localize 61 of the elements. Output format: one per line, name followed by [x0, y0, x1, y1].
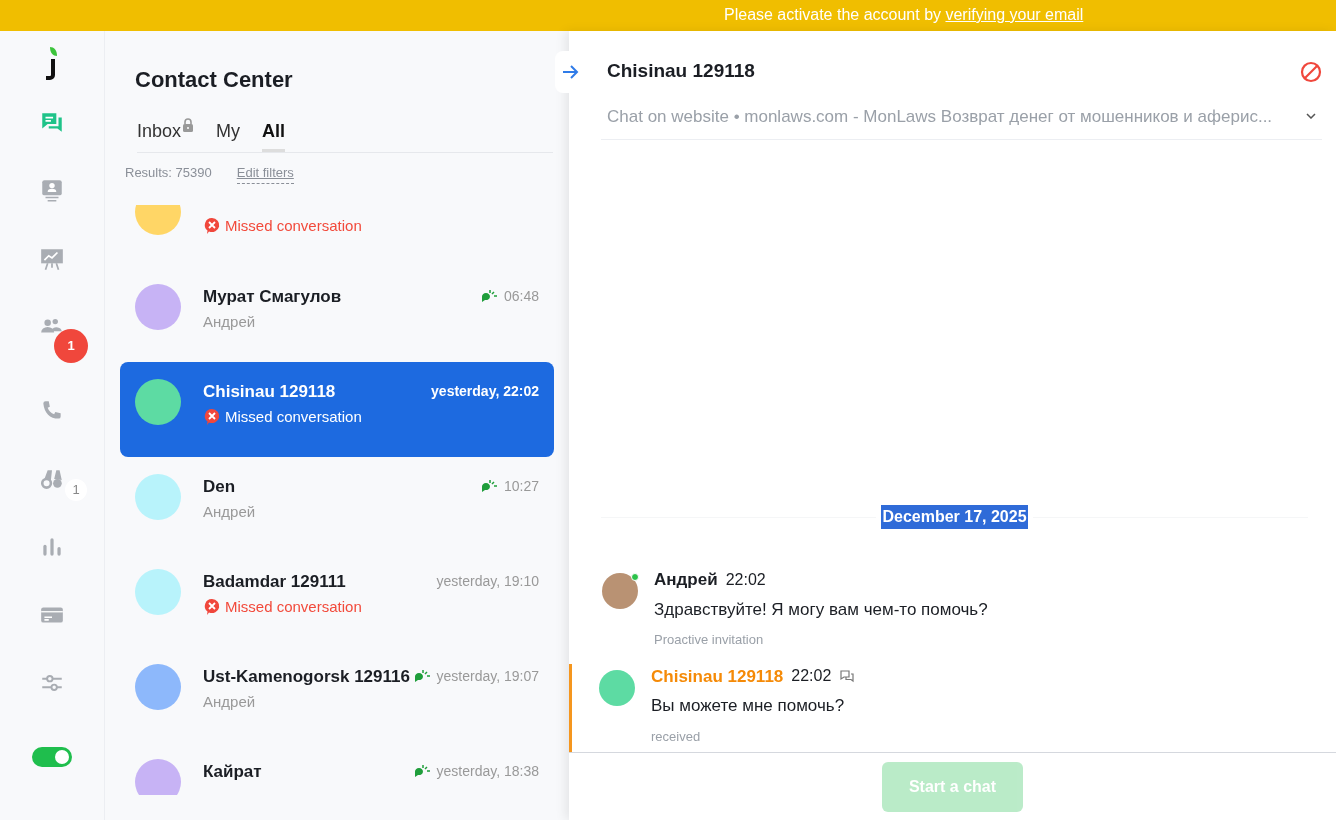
message-time: yesterday, 18:38	[436, 761, 539, 781]
chat-activity-icon	[413, 764, 431, 779]
missed-call-icon	[203, 408, 221, 427]
chat-source: Chat on website • monlaws.com - MonLaws Возврат денег от мошенников и аферис...	[607, 105, 1273, 128]
filter-tab[interactable]: Inbox	[137, 118, 195, 152]
message-note: received	[651, 727, 702, 746]
count-badge: 1	[65, 479, 87, 501]
message-time: yesterday, 22:02	[431, 381, 539, 401]
message-time: 22:02	[725, 569, 766, 590]
contact-name: Badamdar 129111	[203, 570, 346, 593]
conversation-item[interactable]: Chisinau 129118 yesterday, 22:02 Missed conversation	[120, 361, 554, 457]
conversation-item[interactable]: Den 10:27 Андрей	[120, 456, 554, 552]
agent-name: Андрей	[203, 502, 256, 522]
conversation-item[interactable]: Кайрат yesterday, 18:38	[120, 741, 554, 795]
nav-contact-card-button[interactable]	[39, 178, 65, 204]
message-author: Chisinau 129118	[651, 665, 784, 688]
block-icon	[1300, 61, 1322, 83]
chat-activity-icon	[413, 669, 431, 684]
chat-activity-icon	[480, 289, 498, 304]
conversation-item[interactable]: Мурат Смагулов 06:48 Андрей	[120, 266, 554, 362]
message-text: Вы можете мне помочь?	[651, 695, 846, 717]
contact-name: Мурат Смагулов	[203, 285, 342, 308]
chevron-down-icon	[1306, 113, 1316, 120]
message-author: Андрей	[654, 569, 718, 591]
status-toggle[interactable]	[32, 747, 72, 767]
filter-tab[interactable]: All	[262, 118, 286, 152]
banner-text: Please activate the account by	[724, 6, 943, 23]
missed-status: Missed conversation	[225, 597, 362, 617]
agent-name: Андрей	[203, 312, 256, 332]
contact-name: Кайрат	[203, 760, 262, 783]
contact-name: Den	[203, 475, 236, 498]
arrow-right-icon	[562, 65, 580, 79]
contact-name: Ust-Kamenogorsk 129116	[203, 665, 410, 688]
results-count: Results: 75390	[125, 164, 212, 182]
agent-name: Андрей	[203, 692, 256, 712]
message-time: 06:48	[503, 286, 539, 306]
conversation-item[interactable]: Missed conversation	[120, 204, 554, 267]
missed-call-icon	[203, 598, 221, 617]
chat-bubble-icon	[839, 669, 856, 684]
chat-activity-icon	[480, 479, 498, 494]
missed-status: Missed conversation	[225, 215, 362, 236]
message-time: 22:02	[791, 666, 832, 687]
message-note: Proactive invitation	[654, 631, 765, 649]
message-time: yesterday, 19:07	[436, 666, 539, 686]
filter-tab[interactable]: My	[216, 118, 241, 152]
missed-status: Missed conversation	[225, 407, 362, 427]
contact-card-icon	[39, 178, 65, 204]
missed-call-icon	[203, 216, 221, 235]
block-button[interactable]	[1300, 59, 1322, 84]
message-time: yesterday, 19:10	[436, 571, 539, 591]
contact-name: Chisinau 129118	[203, 380, 336, 403]
count-badge: 1	[54, 329, 88, 363]
conversation-item[interactable]: Badamdar 129111 yesterday, 19:10 Missed conversation	[120, 551, 554, 647]
nav-presentation-chart-button[interactable]	[39, 246, 65, 272]
message-time: 10:27	[503, 476, 539, 496]
panel-title: Contact Center	[135, 66, 294, 94]
logo-icon	[44, 45, 60, 83]
chat-title: Chisinau 129118	[607, 59, 756, 83]
presentation-chart-icon	[39, 246, 65, 272]
conversation-item[interactable]: Ust-Kamenogorsk 129116 yesterday, 19:07 Андрей	[120, 646, 554, 742]
message-text: Здравствуйте! Я могу вам чем-то помочь?	[654, 598, 988, 621]
